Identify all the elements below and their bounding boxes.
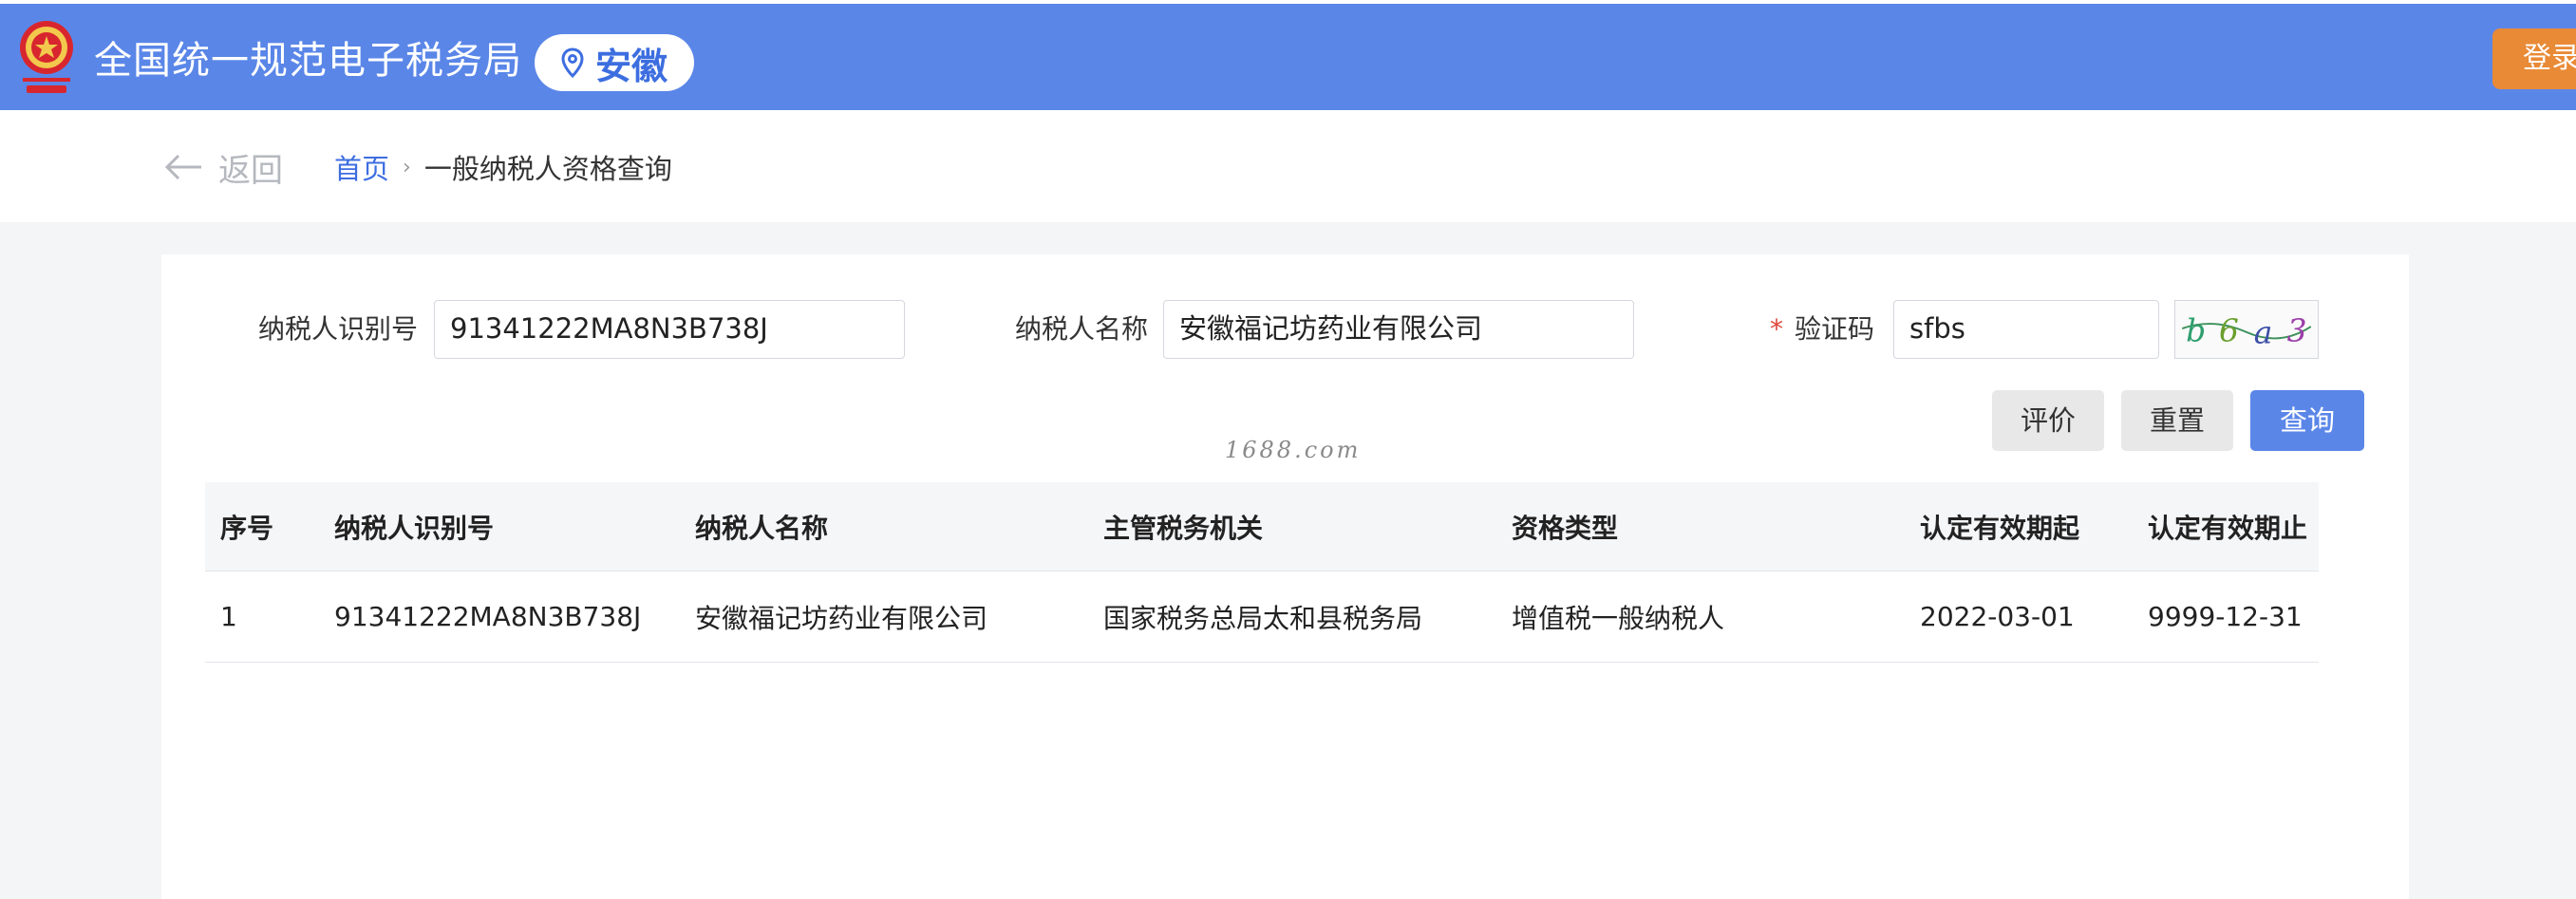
cell-tax-authority: 国家税务总局太和县税务局 <box>1103 602 1423 634</box>
col-header-valid-from: 认定有效期起 <box>1920 512 2080 544</box>
national-emblem-icon <box>20 21 73 93</box>
reset-button[interactable]: 重置 <box>2121 390 2233 451</box>
required-mark: * <box>1770 313 1783 345</box>
cell-taxpayer-id: 91341222MA8N3B738J <box>334 601 642 632</box>
breadcrumb-home-link[interactable]: 首页 <box>334 147 389 187</box>
breadcrumb-bar: 返回 首页 › 一般纳税人资格查询 <box>0 110 2576 222</box>
captcha-char-2: 6 <box>2219 312 2239 349</box>
table-header: 序号 纳税人识别号 纳税人名称 主管税务机关 资格类型 认定有效期起 认定有效期… <box>205 482 2319 571</box>
query-button[interactable]: 查询 <box>2250 390 2364 451</box>
region-selector[interactable]: 安徽 <box>535 34 694 91</box>
watermark: 1688.com <box>1225 437 1362 463</box>
captcha-char-1: b <box>2186 312 2206 349</box>
captcha-label-text: 验证码 <box>1795 313 1875 345</box>
cell-index: 1 <box>220 601 237 632</box>
col-header-tax-authority: 主管税务机关 <box>1103 512 1264 544</box>
taxpayer-name-label: 纳税人名称 <box>1015 313 1149 345</box>
breadcrumb: 首页 › 一般纳税人资格查询 <box>334 146 672 188</box>
cell-qualification: 增值税一般纳税人 <box>1512 602 1725 634</box>
table-row[interactable]: 1 91341222MA8N3B738J 安徽福记坊药业有限公司 国家税务总局太… <box>205 571 2319 663</box>
location-pin-icon <box>561 47 584 78</box>
col-header-index: 序号 <box>220 512 274 544</box>
evaluate-button[interactable]: 评价 <box>1992 390 2104 451</box>
back-button[interactable]: 返回 <box>163 146 283 190</box>
login-button[interactable]: 登录 <box>2492 28 2576 89</box>
cell-valid-to: 9999-12-31 <box>2148 601 2303 632</box>
captcha-image[interactable]: b 6 a 3 <box>2174 300 2319 359</box>
col-header-taxpayer-id: 纳税人识别号 <box>334 512 495 544</box>
top-header: 全国统一规范电子税务局 安徽 登录 <box>0 4 2576 110</box>
taxpayer-id-input[interactable]: 91341222MA8N3B738J <box>434 300 905 359</box>
query-panel: 纳税人识别号 91341222MA8N3B738J 纳税人名称 安徽福记坊药业有… <box>161 254 2409 899</box>
breadcrumb-separator: › <box>403 155 411 179</box>
captcha-label: * 验证码 <box>1770 300 1874 359</box>
region-label: 安徽 <box>594 45 668 87</box>
col-header-taxpayer-name: 纳税人名称 <box>695 512 829 544</box>
breadcrumb-current: 一般纳税人资格查询 <box>423 153 672 185</box>
site-title: 全国统一规范电子税务局 <box>94 39 522 83</box>
cell-valid-from: 2022-03-01 <box>1920 601 2075 632</box>
cell-taxpayer-name: 安徽福记坊药业有限公司 <box>695 602 988 634</box>
captcha-char-3: a <box>2254 314 2273 351</box>
col-header-qualification: 资格类型 <box>1512 512 1619 544</box>
col-header-valid-to: 认定有效期止 <box>2148 512 2308 544</box>
captcha-input[interactable]: sfbs <box>1893 300 2159 359</box>
taxpayer-id-label: 纳税人识别号 <box>258 313 419 345</box>
taxpayer-name-input[interactable]: 安徽福记坊药业有限公司 <box>1163 300 1634 359</box>
captcha-char-4: 3 <box>2287 312 2307 349</box>
back-label: 返回 <box>218 151 283 190</box>
arrow-left-icon <box>164 154 201 180</box>
